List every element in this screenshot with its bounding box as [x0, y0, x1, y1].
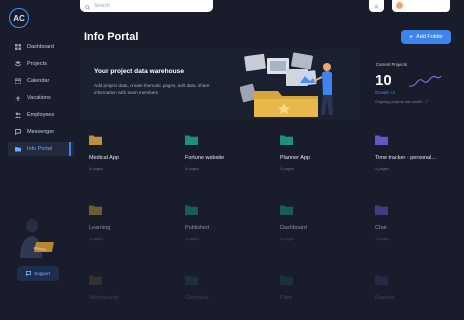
folder-icon	[280, 275, 293, 285]
folder-name: Published	[185, 225, 210, 231]
banner-title: Your project data warehouse	[94, 68, 185, 75]
chat-icon	[26, 270, 32, 277]
folder-card[interactable]: Published 4 pages	[176, 200, 266, 260]
folder-page-count: 4 pages	[280, 236, 295, 241]
folder-icon	[375, 135, 388, 145]
folder-icon	[89, 135, 102, 145]
sidebar: AC Dashboard Projects Calendar Vacations	[0, 0, 74, 320]
folder-name: Contracts	[185, 295, 209, 301]
folder-name: Learning	[89, 225, 111, 231]
profile-menu[interactable]	[392, 0, 450, 12]
sidebar-nav: Dashboard Projects Calendar Vacations Em…	[8, 40, 74, 159]
folder-page-count: 8 pages	[185, 166, 200, 171]
folder-name: Dashboard	[280, 225, 307, 231]
chat-icon	[15, 129, 21, 135]
add-folder-label: Add Folder	[416, 34, 443, 40]
folder-card[interactable]: Contracts	[176, 270, 266, 320]
folder-icon	[15, 146, 21, 152]
folder-icon	[185, 205, 198, 215]
folder-name: Files	[280, 295, 292, 301]
sidebar-item-label: Dashboard	[27, 44, 54, 50]
folder-card[interactable]: Reports	[366, 270, 456, 320]
plus-icon: +	[409, 33, 414, 41]
sidebar-item-label: Messenger	[27, 129, 55, 135]
support-button-label: Support	[34, 271, 50, 276]
search-input[interactable]: Search	[94, 3, 110, 9]
notification-button[interactable]	[369, 0, 384, 12]
sidebar-item-label: Calendar	[27, 78, 50, 84]
folder-name: Planner App	[280, 155, 310, 161]
sidebar-item-label: Employees	[27, 112, 55, 118]
current-projects-card: Current Projects 10 Growth +2 Ongoing pr…	[366, 56, 456, 112]
folder-card[interactable]: Fortune website 8 pages	[176, 130, 266, 190]
users-icon	[15, 112, 21, 118]
folder-name: Reports	[375, 295, 395, 301]
app-logo[interactable]: AC	[9, 8, 29, 28]
trend-sparkline	[408, 75, 442, 87]
sidebar-item-dashboard[interactable]: Dashboard	[8, 40, 74, 54]
folder-name: Time tracker - personal...	[375, 155, 436, 161]
sidebar-item-label: Projects	[27, 61, 47, 67]
folder-name: Fortune website	[185, 155, 225, 161]
folder-page-count: 4 pages	[375, 166, 390, 171]
sidebar-item-info-portal[interactable]: Info Portal	[8, 142, 74, 156]
sidebar-item-vacations[interactable]: Vacations	[8, 91, 74, 105]
add-folder-button[interactable]: + Add Folder	[401, 30, 451, 44]
folder-card[interactable]: Files	[271, 270, 361, 320]
support-button[interactable]: Support	[17, 266, 59, 281]
folder-name: Medical App	[89, 155, 119, 161]
folder-name: Storyboards	[89, 295, 119, 301]
folder-name: Chat	[375, 225, 387, 231]
folder-icon	[375, 275, 388, 285]
folder-page-count: 4 pages	[375, 236, 390, 241]
folder-icon	[185, 135, 198, 145]
folder-card[interactable]: Medical App 8 pages	[80, 130, 170, 190]
data-warehouse-illustration	[240, 52, 333, 117]
folder-card[interactable]: Time tracker - personal... 4 pages	[366, 130, 456, 190]
info-banner: Your project data warehouse Add project …	[80, 49, 360, 119]
stats-label: Current Projects	[376, 62, 408, 67]
folder-card[interactable]: Learning 4 pages	[80, 200, 170, 260]
folder-card[interactable]: Planner App 5 pages	[271, 130, 361, 190]
folder-icon	[185, 275, 198, 285]
stats-growth: Growth +2	[375, 90, 395, 95]
folder-page-count: 4 pages	[185, 236, 200, 241]
folder-page-count: 5 pages	[280, 166, 295, 171]
sidebar-item-label: Vacations	[27, 95, 51, 101]
folder-icon	[89, 205, 102, 215]
stats-note: Ongoing projects last month - 7	[375, 100, 428, 104]
stats-value: 10	[375, 72, 392, 89]
sidebar-item-projects[interactable]: Projects	[8, 57, 74, 71]
folder-icon	[280, 205, 293, 215]
sidebar-item-label: Info Portal	[27, 146, 53, 152]
sidebar-item-employees[interactable]: Employees	[8, 108, 74, 122]
calendar-icon	[15, 78, 21, 84]
search-icon	[85, 0, 91, 15]
sidebar-item-messenger[interactable]: Messenger	[8, 125, 74, 139]
folder-icon	[375, 205, 388, 215]
layers-icon	[15, 61, 21, 67]
sidebar-item-calendar[interactable]: Calendar	[8, 74, 74, 88]
avatar	[396, 2, 403, 9]
plane-icon	[15, 95, 21, 101]
support-illustration	[20, 219, 54, 258]
folder-icon	[89, 275, 102, 285]
folder-card[interactable]: Storyboards	[80, 270, 170, 320]
banner-text: Add project data, create thematic pages,…	[94, 83, 210, 95]
grid-icon	[15, 44, 21, 50]
folder-card[interactable]: Chat 4 pages	[366, 200, 456, 260]
folder-page-count: 4 pages	[89, 236, 104, 241]
folder-card[interactable]: Dashboard 4 pages	[271, 200, 361, 260]
search-bar[interactable]: Search	[80, 0, 213, 12]
page-title: Info Portal	[84, 31, 139, 43]
bell-icon	[374, 0, 379, 15]
folder-page-count: 8 pages	[89, 166, 104, 171]
folder-icon	[280, 135, 293, 145]
